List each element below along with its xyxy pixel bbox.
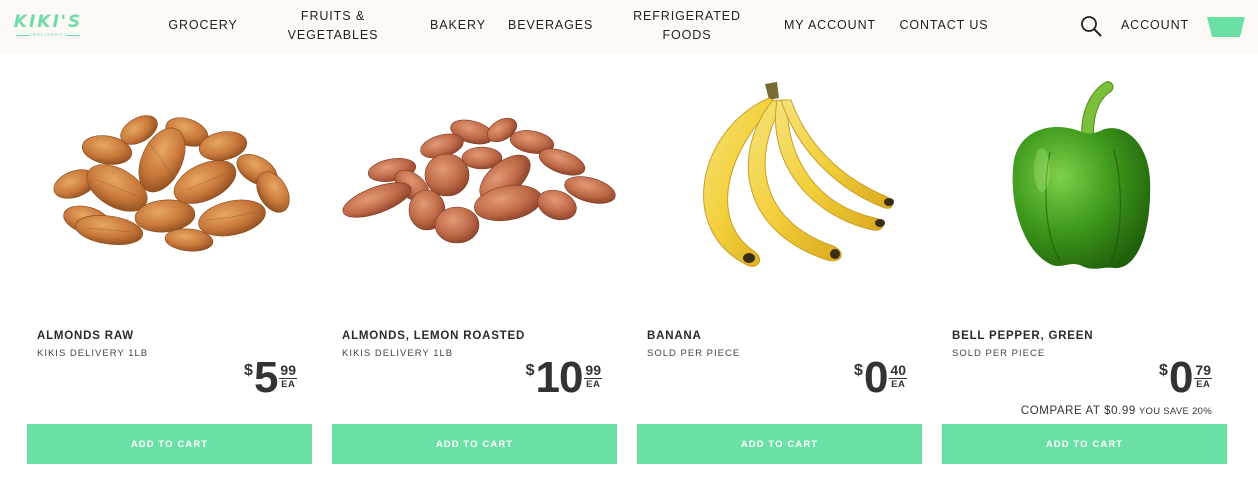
product-image-almonds-roasted[interactable] <box>332 60 617 300</box>
nav-contact-us[interactable]: CONTACT US <box>899 16 989 35</box>
price-unit: EA <box>1196 379 1211 390</box>
add-to-cart-button[interactable]: ADD TO CART <box>332 424 617 464</box>
nav-my-account[interactable]: MY ACCOUNT <box>783 16 877 35</box>
add-to-cart-button[interactable]: ADD TO CART <box>27 424 312 464</box>
price-cents: 99 <box>584 362 602 379</box>
compare-price: COMPARE AT $0.99 YOU SAVE 20% <box>1021 405 1212 417</box>
product-image-banana[interactable] <box>637 60 922 300</box>
savings-text: YOU SAVE 20% <box>1138 406 1212 417</box>
compare-at-price: COMPARE AT $0.99 <box>1020 405 1136 417</box>
product-price: $ 0 79 EA <box>1159 356 1212 400</box>
product-card: BANANA SOLD PER PIECE $ 0 40 EA ADD TO C… <box>637 60 922 470</box>
nav-refrigerated-foods[interactable]: REFRIGERATED FOODS <box>632 7 742 45</box>
product-image-green-bell-pepper[interactable] <box>942 60 1227 300</box>
product-subtitle: KIKIS DELIVERY 1LB <box>37 348 149 359</box>
product-image-almonds-raw[interactable] <box>27 60 312 300</box>
price-dollars: 0 <box>863 353 889 402</box>
nav-fruits-vegetables[interactable]: FRUITS & VEGETABLES <box>283 7 383 45</box>
nav-beverages[interactable]: BEVERAGES <box>508 16 592 35</box>
price-dollars: 10 <box>535 353 583 402</box>
product-price: $ 0 40 EA <box>854 356 907 400</box>
price-dollars: 0 <box>1168 353 1194 402</box>
price-currency: $ <box>854 362 863 379</box>
add-to-cart-button[interactable]: ADD TO CART <box>637 424 922 464</box>
account-link[interactable]: ACCOUNT <box>1120 16 1190 35</box>
logo-text: KIKI'S <box>13 12 83 32</box>
product-card: ALMONDS RAW KIKIS DELIVERY 1LB $ 5 99 EA… <box>27 60 312 470</box>
price-cents: 40 <box>889 362 907 379</box>
site-header: KIKI'S DELIVERY GROCERY FRUITS & VEGETAB… <box>0 0 1258 54</box>
product-price: $ 5 99 EA <box>244 356 297 400</box>
search-icon[interactable] <box>1080 15 1102 37</box>
product-price: $ 10 99 EA <box>526 356 602 400</box>
price-currency: $ <box>1159 362 1168 379</box>
logo[interactable]: KIKI'S DELIVERY <box>12 12 84 42</box>
price-unit: EA <box>586 379 601 390</box>
price-unit: EA <box>281 379 296 390</box>
product-subtitle: SOLD PER PIECE <box>952 348 1046 359</box>
price-currency: $ <box>525 362 535 379</box>
price-unit: EA <box>891 379 906 390</box>
price-cents: 99 <box>279 362 297 379</box>
product-name[interactable]: ALMONDS, LEMON ROASTED <box>342 330 525 342</box>
add-to-cart-button[interactable]: ADD TO CART <box>942 424 1227 464</box>
product-subtitle: SOLD PER PIECE <box>647 348 741 359</box>
nav-grocery[interactable]: GROCERY <box>168 16 238 35</box>
product-name[interactable]: BANANA <box>647 330 702 342</box>
price-dollars: 5 <box>253 353 279 402</box>
cart-icon[interactable] <box>1207 15 1245 37</box>
product-card: ALMONDS, LEMON ROASTED KIKIS DELIVERY 1L… <box>332 60 617 470</box>
product-name[interactable]: ALMONDS RAW <box>37 330 134 342</box>
price-currency: $ <box>244 362 253 379</box>
product-subtitle: KIKIS DELIVERY 1LB <box>342 348 454 359</box>
product-card: BELL PEPPER, GREEN SOLD PER PIECE $ 0 79… <box>942 60 1227 470</box>
product-name[interactable]: BELL PEPPER, GREEN <box>952 330 1093 342</box>
logo-divider-right <box>66 35 80 36</box>
price-cents: 79 <box>1194 362 1212 379</box>
nav-bakery[interactable]: BAKERY <box>428 16 488 35</box>
